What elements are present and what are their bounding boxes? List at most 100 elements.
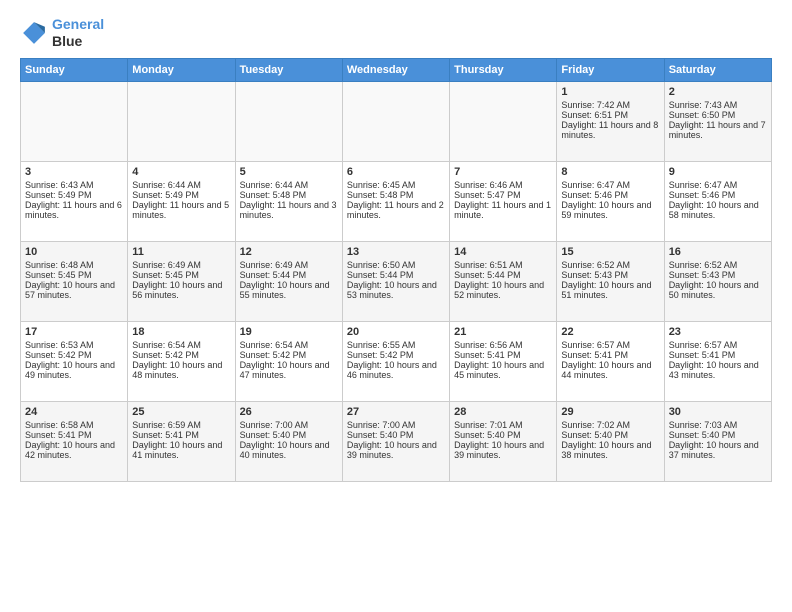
calendar-cell: 2Sunrise: 7:43 AMSunset: 6:50 PMDaylight…	[664, 81, 771, 161]
day-number: 20	[347, 326, 445, 338]
cell-text: Sunset: 5:46 PM	[561, 190, 659, 200]
cell-text: Daylight: 10 hours and 58 minutes.	[669, 200, 767, 220]
cell-text: Sunrise: 6:45 AM	[347, 180, 445, 190]
header-cell-sunday: Sunday	[21, 58, 128, 81]
cell-text: Sunrise: 6:54 AM	[240, 340, 338, 350]
day-number: 23	[669, 326, 767, 338]
day-number: 24	[25, 406, 123, 418]
day-number: 26	[240, 406, 338, 418]
calendar-cell: 6Sunrise: 6:45 AMSunset: 5:48 PMDaylight…	[342, 161, 449, 241]
cell-text: Daylight: 10 hours and 56 minutes.	[132, 280, 230, 300]
calendar-cell: 9Sunrise: 6:47 AMSunset: 5:46 PMDaylight…	[664, 161, 771, 241]
day-number: 3	[25, 166, 123, 178]
cell-text: Daylight: 10 hours and 57 minutes.	[25, 280, 123, 300]
day-number: 17	[25, 326, 123, 338]
cell-text: Sunset: 5:40 PM	[454, 430, 552, 440]
calendar-cell: 7Sunrise: 6:46 AMSunset: 5:47 PMDaylight…	[450, 161, 557, 241]
page: General Blue SundayMondayTuesdayWednesda…	[0, 0, 792, 612]
cell-text: Daylight: 10 hours and 37 minutes.	[669, 440, 767, 460]
cell-text: Daylight: 11 hours and 3 minutes.	[240, 200, 338, 220]
cell-text: Daylight: 10 hours and 52 minutes.	[454, 280, 552, 300]
cell-text: Daylight: 11 hours and 7 minutes.	[669, 120, 767, 140]
calendar-cell: 4Sunrise: 6:44 AMSunset: 5:49 PMDaylight…	[128, 161, 235, 241]
cell-text: Sunset: 5:40 PM	[347, 430, 445, 440]
cell-text: Daylight: 10 hours and 43 minutes.	[669, 360, 767, 380]
cell-text: Daylight: 10 hours and 39 minutes.	[454, 440, 552, 460]
cell-text: Daylight: 11 hours and 1 minute.	[454, 200, 552, 220]
calendar-cell: 17Sunrise: 6:53 AMSunset: 5:42 PMDayligh…	[21, 321, 128, 401]
cell-text: Daylight: 10 hours and 41 minutes.	[132, 440, 230, 460]
calendar-cell: 12Sunrise: 6:49 AMSunset: 5:44 PMDayligh…	[235, 241, 342, 321]
cell-text: Sunrise: 7:00 AM	[240, 420, 338, 430]
cell-text: Sunset: 5:43 PM	[669, 270, 767, 280]
header-cell-wednesday: Wednesday	[342, 58, 449, 81]
cell-text: Sunset: 5:44 PM	[240, 270, 338, 280]
logo-text: General Blue	[52, 16, 104, 50]
cell-text: Sunset: 6:50 PM	[669, 110, 767, 120]
cell-text: Sunrise: 6:57 AM	[561, 340, 659, 350]
calendar-cell: 28Sunrise: 7:01 AMSunset: 5:40 PMDayligh…	[450, 401, 557, 481]
cell-text: Sunset: 6:51 PM	[561, 110, 659, 120]
day-number: 22	[561, 326, 659, 338]
cell-text: Daylight: 10 hours and 44 minutes.	[561, 360, 659, 380]
cell-text: Sunrise: 6:43 AM	[25, 180, 123, 190]
week-row-1: 3Sunrise: 6:43 AMSunset: 5:49 PMDaylight…	[21, 161, 772, 241]
cell-text: Sunset: 5:49 PM	[132, 190, 230, 200]
cell-text: Sunrise: 6:46 AM	[454, 180, 552, 190]
calendar-cell: 18Sunrise: 6:54 AMSunset: 5:42 PMDayligh…	[128, 321, 235, 401]
cell-text: Daylight: 10 hours and 48 minutes.	[132, 360, 230, 380]
cell-text: Sunrise: 6:55 AM	[347, 340, 445, 350]
cell-text: Sunrise: 7:01 AM	[454, 420, 552, 430]
day-number: 5	[240, 166, 338, 178]
calendar-header: SundayMondayTuesdayWednesdayThursdayFrid…	[21, 58, 772, 81]
calendar-cell: 15 Sunrise: 6:52 AMSunset: 5:43 PMDayligh…	[557, 241, 664, 321]
cell-text: Daylight: 11 hours and 5 minutes.	[132, 200, 230, 220]
day-number: 1	[561, 86, 659, 98]
day-number: 15	[561, 246, 659, 258]
cell-text: Daylight: 10 hours and 45 minutes.	[454, 360, 552, 380]
calendar-cell: 5 Sunrise: 6:44 AMSunset: 5:48 PMDaylight…	[235, 161, 342, 241]
calendar-cell: 22 Sunrise: 6:57 AMSunset: 5:41 PMDayligh…	[557, 321, 664, 401]
cell-text: Sunrise: 6:47 AM	[669, 180, 767, 190]
cell-text: Sunrise: 7:42 AM	[561, 100, 659, 110]
calendar-cell	[128, 81, 235, 161]
calendar-cell	[342, 81, 449, 161]
cell-text: Sunset: 5:42 PM	[240, 350, 338, 360]
cell-text: Daylight: 10 hours and 55 minutes.	[240, 280, 338, 300]
cell-text: Sunrise: 7:03 AM	[669, 420, 767, 430]
cell-text: Daylight: 11 hours and 2 minutes.	[347, 200, 445, 220]
day-number: 11	[132, 246, 230, 258]
week-row-3: 17Sunrise: 6:53 AMSunset: 5:42 PMDayligh…	[21, 321, 772, 401]
cell-text: Daylight: 10 hours and 38 minutes.	[561, 440, 659, 460]
cell-text: Sunset: 5:41 PM	[25, 430, 123, 440]
cell-text: Sunrise: 6:52 AM	[669, 260, 767, 270]
calendar-cell: 19Sunrise: 6:54 AMSunset: 5:42 PMDayligh…	[235, 321, 342, 401]
cell-text: Sunset: 5:41 PM	[561, 350, 659, 360]
calendar-cell	[235, 81, 342, 161]
cell-text: Sunrise: 6:44 AM	[240, 180, 338, 190]
calendar-table: SundayMondayTuesdayWednesdayThursdayFrid…	[20, 58, 772, 482]
header-cell-saturday: Saturday	[664, 58, 771, 81]
cell-text: Sunrise: 6:44 AM	[132, 180, 230, 190]
calendar-cell: 27Sunrise: 7:00 AMSunset: 5:40 PMDayligh…	[342, 401, 449, 481]
day-number: 9	[669, 166, 767, 178]
cell-text: Sunset: 5:49 PM	[25, 190, 123, 200]
day-number: 21	[454, 326, 552, 338]
calendar-cell: 29Sunrise: 7:02 AMSunset: 5:40 PMDayligh…	[557, 401, 664, 481]
cell-text: Daylight: 10 hours and 51 minutes.	[561, 280, 659, 300]
cell-text: Sunset: 5:48 PM	[240, 190, 338, 200]
cell-text: Sunset: 5:44 PM	[454, 270, 552, 280]
calendar-cell: 10Sunrise: 6:48 AMSunset: 5:45 PMDayligh…	[21, 241, 128, 321]
cell-text: Daylight: 10 hours and 46 minutes.	[347, 360, 445, 380]
logo-icon	[20, 19, 48, 47]
header-row: SundayMondayTuesdayWednesdayThursdayFrid…	[21, 58, 772, 81]
day-number: 29	[561, 406, 659, 418]
calendar-cell: 21Sunrise: 6:56 AMSunset: 5:41 PMDayligh…	[450, 321, 557, 401]
day-number: 19	[240, 326, 338, 338]
cell-text: Sunrise: 6:52 AM	[561, 260, 659, 270]
cell-text: Sunrise: 6:50 AM	[347, 260, 445, 270]
cell-text: Daylight: 11 hours and 6 minutes.	[25, 200, 123, 220]
calendar-cell: 26Sunrise: 7:00 AMSunset: 5:40 PMDayligh…	[235, 401, 342, 481]
cell-text: Sunset: 5:43 PM	[561, 270, 659, 280]
cell-text: Sunrise: 6:58 AM	[25, 420, 123, 430]
